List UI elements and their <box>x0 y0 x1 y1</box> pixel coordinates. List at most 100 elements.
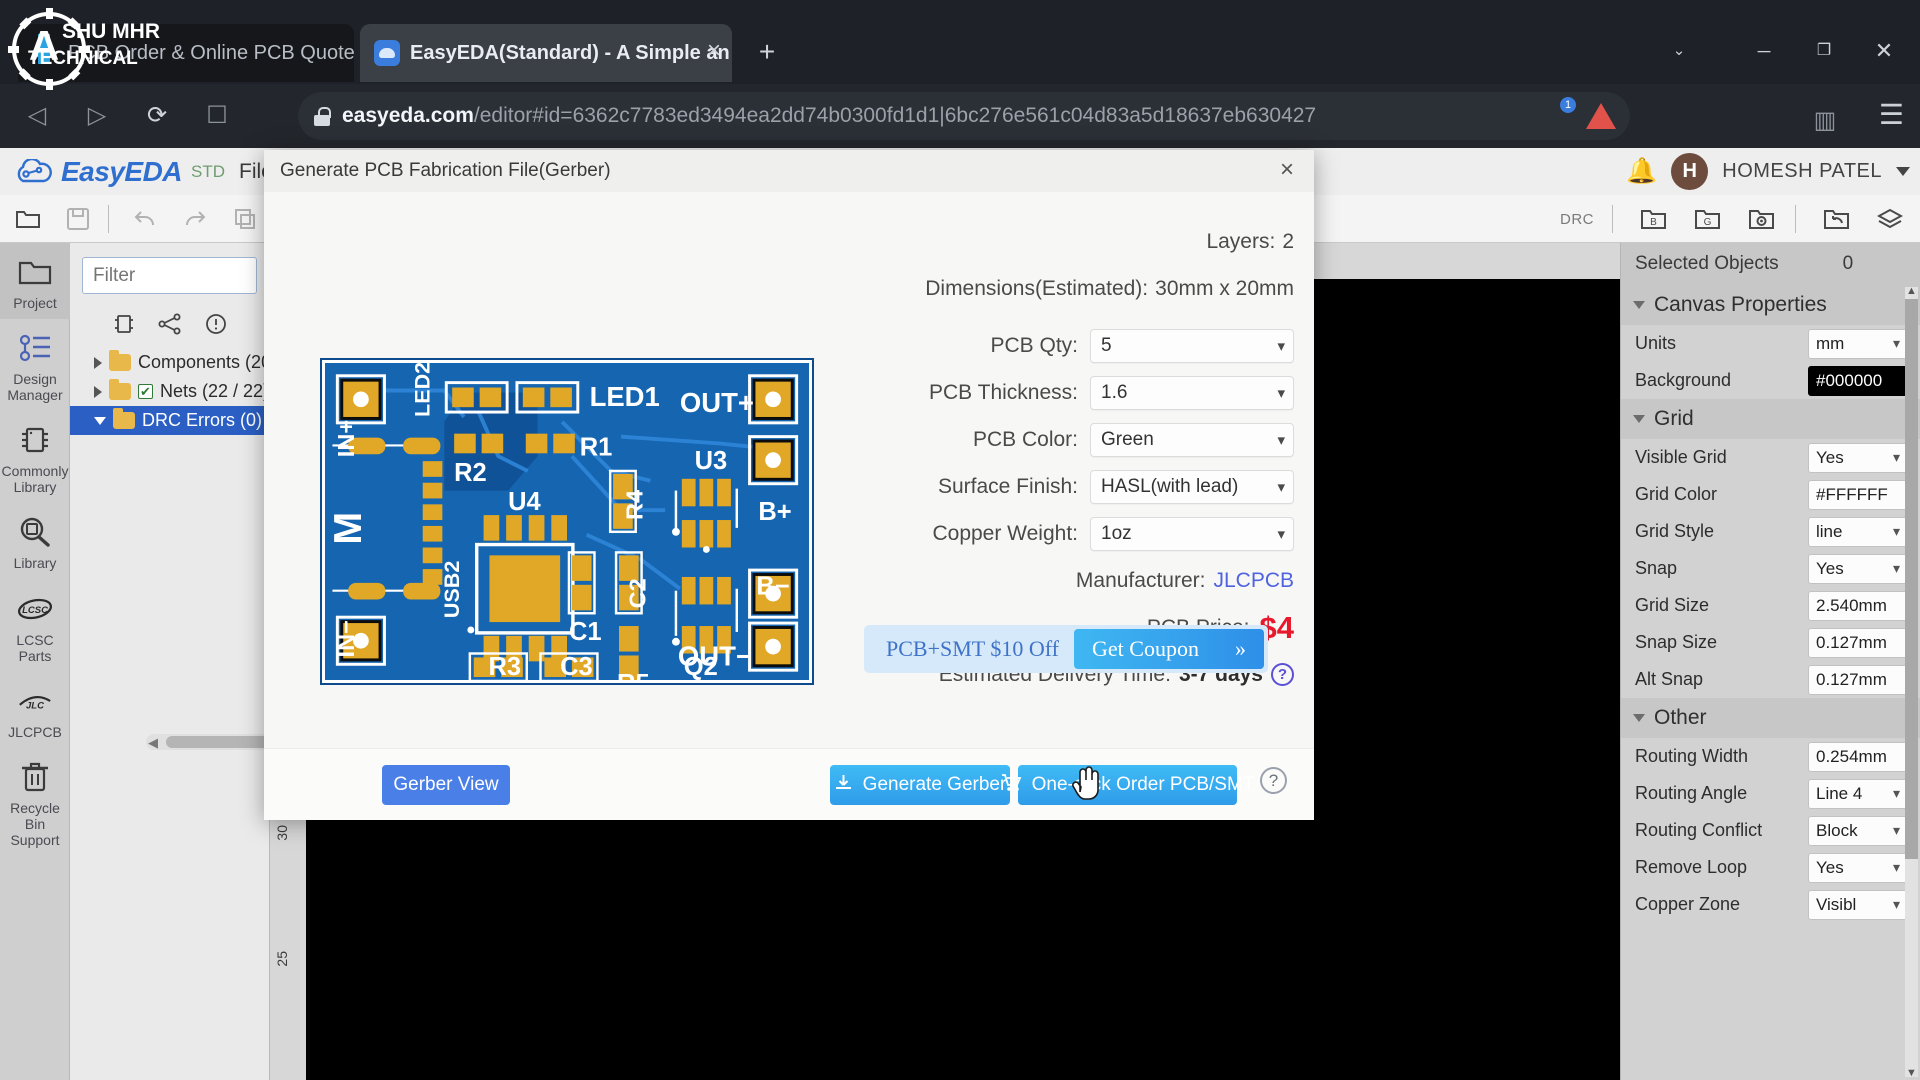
sidebar-item-recycle-bin[interactable]: Recycle Bin Support <box>0 748 70 856</box>
grid-style-select[interactable]: line ▾ <box>1808 516 1908 547</box>
shield-icon[interactable]: 1 <box>1542 97 1576 131</box>
chevron-right-icon[interactable] <box>94 385 102 398</box>
sidebar-item-library[interactable]: Library <box>0 503 70 579</box>
sidebar-item-jlcpcb[interactable]: JLC JLCPCB <box>0 672 70 748</box>
address-bar[interactable]: easyeda.com/editor#id=6362c7783ed3494ea2… <box>298 92 1630 140</box>
close-icon[interactable]: × <box>1274 158 1300 184</box>
group-canvas-properties[interactable]: Canvas Properties <box>1621 285 1920 325</box>
redo-icon[interactable] <box>173 199 217 239</box>
alt-snap-field[interactable]: 0.127mm <box>1808 664 1908 695</box>
reload-icon[interactable]: ⟳ <box>134 93 180 139</box>
bom-folder-icon[interactable]: B <box>1631 199 1675 239</box>
svg-text:C3: C3 <box>560 653 593 680</box>
svg-text:B: B <box>1650 217 1657 228</box>
generate-gerber-button[interactable]: Generate Gerber <box>830 765 1010 805</box>
gerber-folder-icon[interactable]: G <box>1685 199 1729 239</box>
routing-conflict-select[interactable]: Block ▾ <box>1808 815 1908 846</box>
scrollbar-thumb[interactable] <box>1905 299 1918 859</box>
copy-icon[interactable] <box>223 199 267 239</box>
search-input[interactable] <box>82 257 257 294</box>
grid-size-field[interactable]: 2.540mm <box>1808 590 1908 621</box>
row-pcb-qty: PCB Qty: 5 ▾ <box>824 322 1294 369</box>
manufacturer-label: Manufacturer: <box>1075 568 1206 592</box>
svg-text:LED2: LED2 <box>410 363 435 417</box>
prop-snap-size: Snap Size 0.127mm <box>1621 624 1920 661</box>
maximize-icon[interactable]: ❐ <box>1805 34 1843 68</box>
snap-select[interactable]: Yes ▾ <box>1808 553 1908 584</box>
rail-label: Library <box>13 555 57 572</box>
copper-zone-select[interactable]: Visibl ▾ <box>1808 889 1908 920</box>
sidebar-item-project[interactable]: Project <box>0 243 70 320</box>
minimize-icon[interactable]: ─ <box>1745 34 1783 68</box>
visible-grid-select[interactable]: Yes ▾ <box>1808 442 1908 473</box>
back-icon[interactable]: ◁ <box>14 93 60 139</box>
scroll-left-icon[interactable]: ◀ <box>148 735 158 751</box>
chevron-down-icon: ▾ <box>1277 525 1285 543</box>
import-folder-icon[interactable] <box>1814 199 1858 239</box>
chevron-down-icon: ▾ <box>1277 431 1285 449</box>
component-icon[interactable] <box>109 310 139 338</box>
gerber-dialog: Generate PCB Fabrication File(Gerber) × <box>264 150 1314 820</box>
bookmark-icon[interactable]: ☐ <box>194 93 240 139</box>
save-icon[interactable] <box>56 199 100 239</box>
browser-tab-inactive[interactable]: PCB Order & Online PCB Quote & PCB <box>18 24 354 82</box>
group-grid[interactable]: Grid <box>1621 399 1920 439</box>
project-panel: Components (20 ✔ Nets (22 / 22) DRC Erro… <box>70 243 332 1080</box>
sidebar-item-lcsc-parts[interactable]: LCSC LCSC Parts <box>0 580 70 672</box>
bell-icon[interactable]: 🔔 <box>1626 157 1657 186</box>
pcb-thickness-select[interactable]: 1.6 ▾ <box>1090 375 1294 410</box>
chevron-down-icon[interactable]: ⌄ <box>1660 34 1698 68</box>
net-icon[interactable] <box>155 310 185 338</box>
routing-angle-select[interactable]: Line 4 ▾ <box>1808 778 1908 809</box>
extensions-icon[interactable]: ▥ <box>1802 98 1848 144</box>
scrollbar-thumb[interactable] <box>166 736 276 748</box>
sidebar-item-design-manager[interactable]: Design Manager <box>0 319 70 411</box>
footer-help-icon[interactable]: ? <box>1260 767 1287 794</box>
sidebar-item-commonly-library[interactable]: Commonly Library <box>0 411 70 503</box>
grid-color-field[interactable]: #FFFFFF <box>1808 479 1908 510</box>
brave-lion-icon[interactable] <box>1586 103 1616 129</box>
undo-icon[interactable] <box>123 199 167 239</box>
browser-menu-icon[interactable]: ☰ <box>1879 98 1904 131</box>
browser-tab-active[interactable]: EasyEDA(Standard) - A Simple an <box>360 24 732 82</box>
copper-weight-select[interactable]: 1oz ▾ <box>1090 516 1294 551</box>
scroll-down-icon[interactable]: ▼ <box>1906 1067 1917 1079</box>
close-window-icon[interactable]: ✕ <box>1865 34 1903 68</box>
new-tab-icon[interactable]: + <box>750 36 784 70</box>
pcb-qty-label: PCB Qty: <box>990 333 1078 357</box>
error-icon[interactable] <box>201 310 231 338</box>
chevron-right-icon[interactable] <box>94 356 102 369</box>
properties-scrollbar[interactable]: ▲ ▼ <box>1905 285 1918 1079</box>
prop-label: Routing Width <box>1635 746 1749 766</box>
chevron-down-icon[interactable] <box>94 416 106 425</box>
open-file-icon[interactable] <box>6 199 50 239</box>
tree-item-components[interactable]: Components (20 <box>70 348 271 377</box>
get-coupon-button[interactable]: Get Coupon » <box>1074 629 1264 669</box>
snap-size-field[interactable]: 0.127mm <box>1808 627 1908 658</box>
order-pcb-smt-button[interactable]: One-click Order PCB/SMT <box>1001 765 1254 805</box>
avatar[interactable]: H <box>1671 153 1709 190</box>
tree-item-nets[interactable]: ✔ Nets (22 / 22) <box>70 377 269 406</box>
pcb-qty-select[interactable]: 5 ▾ <box>1090 328 1294 363</box>
pcb-color-select[interactable]: Green ▾ <box>1090 422 1294 457</box>
checkbox[interactable]: ✔ <box>138 384 153 399</box>
manufacturer-link[interactable]: JLCPCB <box>1205 569 1294 593</box>
prop-units: Units mm ▾ <box>1621 325 1920 362</box>
chevron-down-icon[interactable] <box>1896 167 1910 176</box>
pickplace-folder-icon[interactable] <box>1739 199 1783 239</box>
units-select[interactable]: mm ▾ <box>1808 328 1908 359</box>
close-tab-icon[interactable]: × <box>700 38 728 66</box>
group-other[interactable]: Other <box>1621 698 1920 738</box>
surface-finish-select[interactable]: HASL(with lead) ▾ <box>1090 469 1294 504</box>
chevron-down-icon: ▾ <box>1277 337 1285 355</box>
forward-icon[interactable]: ▷ <box>74 93 120 139</box>
tree-item-drc-errors[interactable]: DRC Errors (0) <box>70 406 269 435</box>
background-color-field[interactable]: #000000 <box>1808 365 1908 396</box>
layers-icon[interactable] <box>1868 199 1912 239</box>
surface-finish-value: HASL(with lead) <box>1101 475 1239 497</box>
remove-loop-select[interactable]: Yes ▾ <box>1808 852 1908 883</box>
gerber-view-button[interactable]: Gerber View <box>382 765 510 805</box>
routing-width-field[interactable]: 0.254mm <box>1808 741 1908 772</box>
scroll-up-icon[interactable]: ▲ <box>1906 285 1917 297</box>
help-icon[interactable]: ? <box>1271 663 1294 686</box>
